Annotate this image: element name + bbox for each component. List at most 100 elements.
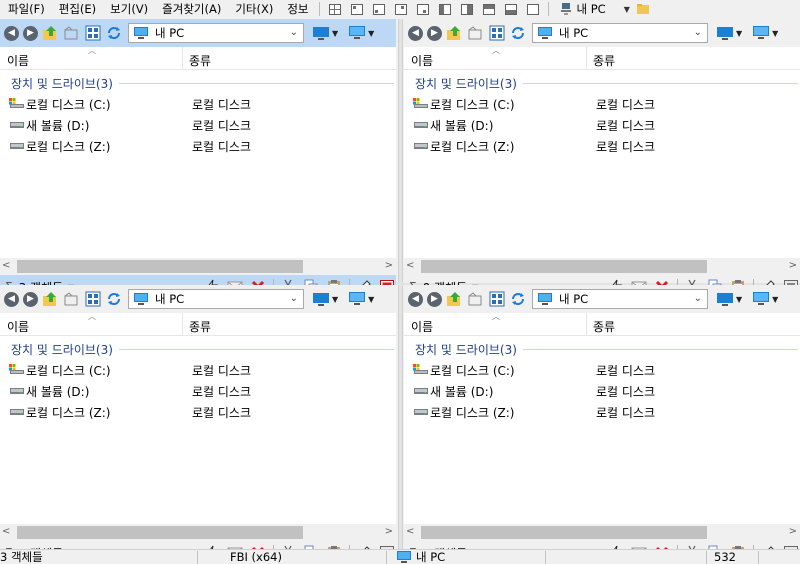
file-list[interactable]: ︿ 이름 종류 장치 및 드라이브(3) 로컬 디스크 (C:) 로컬 디스크 새 … xyxy=(0,313,396,524)
group-header[interactable]: 장치 및 드라이브(3) xyxy=(11,75,396,91)
up-folder-icon[interactable] xyxy=(446,290,464,308)
column-name-header[interactable]: 이름 xyxy=(411,52,433,69)
layout-left-half-icon[interactable] xyxy=(460,3,473,15)
chevron-down-icon[interactable]: ▼ xyxy=(368,29,374,38)
column-type-header[interactable]: 종류 xyxy=(189,318,211,335)
column-divider[interactable] xyxy=(586,47,587,70)
grid-view-icon[interactable] xyxy=(84,290,102,308)
folder-tree-icon[interactable] xyxy=(467,24,485,42)
desktop-button[interactable]: ▼ xyxy=(348,26,374,40)
layout-bottom-half-icon[interactable] xyxy=(526,3,539,15)
scroll-left-icon[interactable]: < xyxy=(406,526,414,537)
layout-quad-icon[interactable] xyxy=(328,3,341,15)
column-name-header[interactable]: 이름 xyxy=(411,318,433,335)
scroll-right-icon[interactable]: > xyxy=(385,260,393,271)
column-type-header[interactable]: 종류 xyxy=(593,318,615,335)
grid-view-icon[interactable] xyxy=(488,24,506,42)
pane-bottom-left[interactable]: ◀ ▶ 내 PC ⌄ ▼ ▼ ︿ 이름 종류 장치 및 드라이브(3) 로컬 디… xyxy=(0,285,396,561)
scroll-right-icon[interactable]: > xyxy=(789,260,797,271)
chevron-down-icon[interactable]: ▼ xyxy=(736,29,742,38)
refresh-icon[interactable] xyxy=(105,290,123,308)
list-item[interactable]: 로컬 디스크 (Z:) 로컬 디스크 xyxy=(404,402,800,421)
list-item[interactable]: 로컬 디스크 (Z:) 로컬 디스크 xyxy=(0,402,396,421)
folder-icon[interactable] xyxy=(636,2,650,16)
chevron-down-icon[interactable]: ▼ xyxy=(772,29,778,38)
layout-bottom-left-icon[interactable] xyxy=(394,3,407,15)
address-combo[interactable]: 내 PC ⌄ xyxy=(532,289,708,309)
scroll-right-icon[interactable]: > xyxy=(789,526,797,537)
chevron-down-icon[interactable]: ▼ xyxy=(332,29,338,38)
chevron-down-icon[interactable]: ⌄ xyxy=(290,293,298,304)
layout-right-half-icon[interactable] xyxy=(482,3,495,15)
file-list[interactable]: ︿ 이름 종류 장치 및 드라이브(3) 로컬 디스크 (C:) 로컬 디스크 새 … xyxy=(0,47,396,258)
back-arrow-icon[interactable]: ◀ xyxy=(408,25,423,41)
list-item[interactable]: 로컬 디스크 (Z:) 로컬 디스크 xyxy=(0,136,396,155)
layout-bottom-right-icon[interactable] xyxy=(438,3,451,15)
list-item[interactable]: 로컬 디스크 (C:) 로컬 디스크 xyxy=(0,360,396,379)
up-folder-icon[interactable] xyxy=(42,24,60,42)
list-item[interactable]: 새 볼륨 (D:) 로컬 디스크 xyxy=(0,381,396,400)
scroll-thumb[interactable] xyxy=(421,526,707,539)
refresh-icon[interactable] xyxy=(509,290,527,308)
horizontal-scrollbar[interactable]: < > xyxy=(404,524,800,541)
scroll-right-icon[interactable]: > xyxy=(385,526,393,537)
layout-top-right-icon[interactable] xyxy=(416,3,429,15)
menu-edit[interactable]: 편집(E) xyxy=(51,0,102,18)
menu-info[interactable]: 정보 xyxy=(279,0,314,18)
desktop-button[interactable]: ▼ xyxy=(752,26,778,40)
list-item[interactable]: 로컬 디스크 (C:) 로컬 디스크 xyxy=(0,94,396,113)
refresh-icon[interactable] xyxy=(105,24,123,42)
list-item[interactable]: 새 볼륨 (D:) 로컬 디스크 xyxy=(404,115,800,134)
view-mode-button[interactable]: ▼ xyxy=(716,292,742,306)
list-item[interactable]: 로컬 디스크 (C:) 로컬 디스크 xyxy=(404,94,800,113)
column-divider[interactable] xyxy=(182,313,183,336)
horizontal-scrollbar[interactable]: < > xyxy=(0,524,396,541)
back-arrow-icon[interactable]: ◀ xyxy=(4,291,19,307)
refresh-icon[interactable] xyxy=(509,24,527,42)
pane-bottom-right[interactable]: ◀ ▶ 내 PC ⌄ ▼ ▼ ︿ 이름 종류 장치 및 드라이브(3) 로컬 디… xyxy=(404,285,800,561)
group-header[interactable]: 장치 및 드라이브(3) xyxy=(11,341,396,357)
forward-arrow-icon[interactable]: ▶ xyxy=(23,291,38,307)
chevron-down-icon[interactable]: ▼ xyxy=(772,295,778,304)
grid-view-icon[interactable] xyxy=(488,290,506,308)
list-item[interactable]: 새 볼륨 (D:) 로컬 디스크 xyxy=(404,381,800,400)
chevron-down-icon[interactable]: ▼ xyxy=(368,295,374,304)
scroll-left-icon[interactable]: < xyxy=(2,526,10,537)
forward-arrow-icon[interactable]: ▶ xyxy=(427,291,442,307)
chevron-down-icon[interactable]: ▼ xyxy=(332,295,338,304)
scroll-left-icon[interactable]: < xyxy=(406,260,414,271)
address-combo[interactable]: 내 PC ⌄ xyxy=(532,23,708,43)
desktop-button[interactable]: ▼ xyxy=(752,292,778,306)
up-folder-icon[interactable] xyxy=(446,24,464,42)
list-item[interactable]: 로컬 디스크 (C:) 로컬 디스크 xyxy=(404,360,800,379)
column-type-header[interactable]: 종류 xyxy=(189,52,211,69)
menu-favorites[interactable]: 즐겨찾기(A) xyxy=(154,0,227,18)
file-list[interactable]: ︿ 이름 종류 장치 및 드라이브(3) 로컬 디스크 (C:) 로컬 디스크 새 … xyxy=(404,313,800,524)
folder-tree-icon[interactable] xyxy=(63,24,81,42)
chevron-down-icon[interactable]: ⌄ xyxy=(694,27,702,38)
address-combo[interactable]: 내 PC ⌄ xyxy=(128,289,304,309)
menu-pc-label[interactable]: 내 PC xyxy=(577,1,606,17)
scroll-thumb[interactable] xyxy=(17,260,303,273)
view-mode-button[interactable]: ▼ xyxy=(312,292,338,306)
forward-arrow-icon[interactable]: ▶ xyxy=(23,25,38,41)
pane-top-right[interactable]: ◀ ▶ 내 PC ⌄ ▼ ▼ ︿ 이름 종류 장치 및 드라이브(3) 로컬 디… xyxy=(404,19,800,295)
list-item[interactable]: 로컬 디스크 (Z:) 로컬 디스크 xyxy=(404,136,800,155)
menu-file[interactable]: 파일(F) xyxy=(0,0,51,18)
group-header[interactable]: 장치 및 드라이브(3) xyxy=(415,75,800,91)
network-pc-icon[interactable] xyxy=(559,2,573,16)
list-item[interactable]: 새 볼륨 (D:) 로컬 디스크 xyxy=(0,115,396,134)
horizontal-scrollbar[interactable]: < > xyxy=(404,258,800,275)
column-type-header[interactable]: 종류 xyxy=(593,52,615,69)
file-list[interactable]: ︿ 이름 종류 장치 및 드라이브(3) 로컬 디스크 (C:) 로컬 디스크 새 … xyxy=(404,47,800,258)
forward-arrow-icon[interactable]: ▶ xyxy=(427,25,442,41)
menu-misc[interactable]: 기타(X) xyxy=(227,0,279,18)
back-arrow-icon[interactable]: ◀ xyxy=(4,25,19,41)
menu-view[interactable]: 보기(V) xyxy=(102,0,154,18)
chevron-down-icon[interactable]: ▼ xyxy=(736,295,742,304)
view-mode-button[interactable]: ▼ xyxy=(716,26,742,40)
up-folder-icon[interactable] xyxy=(42,290,60,308)
address-combo[interactable]: 내 PC ⌄ xyxy=(128,23,304,43)
column-name-header[interactable]: 이름 xyxy=(7,52,29,69)
group-header[interactable]: 장치 및 드라이브(3) xyxy=(415,341,800,357)
